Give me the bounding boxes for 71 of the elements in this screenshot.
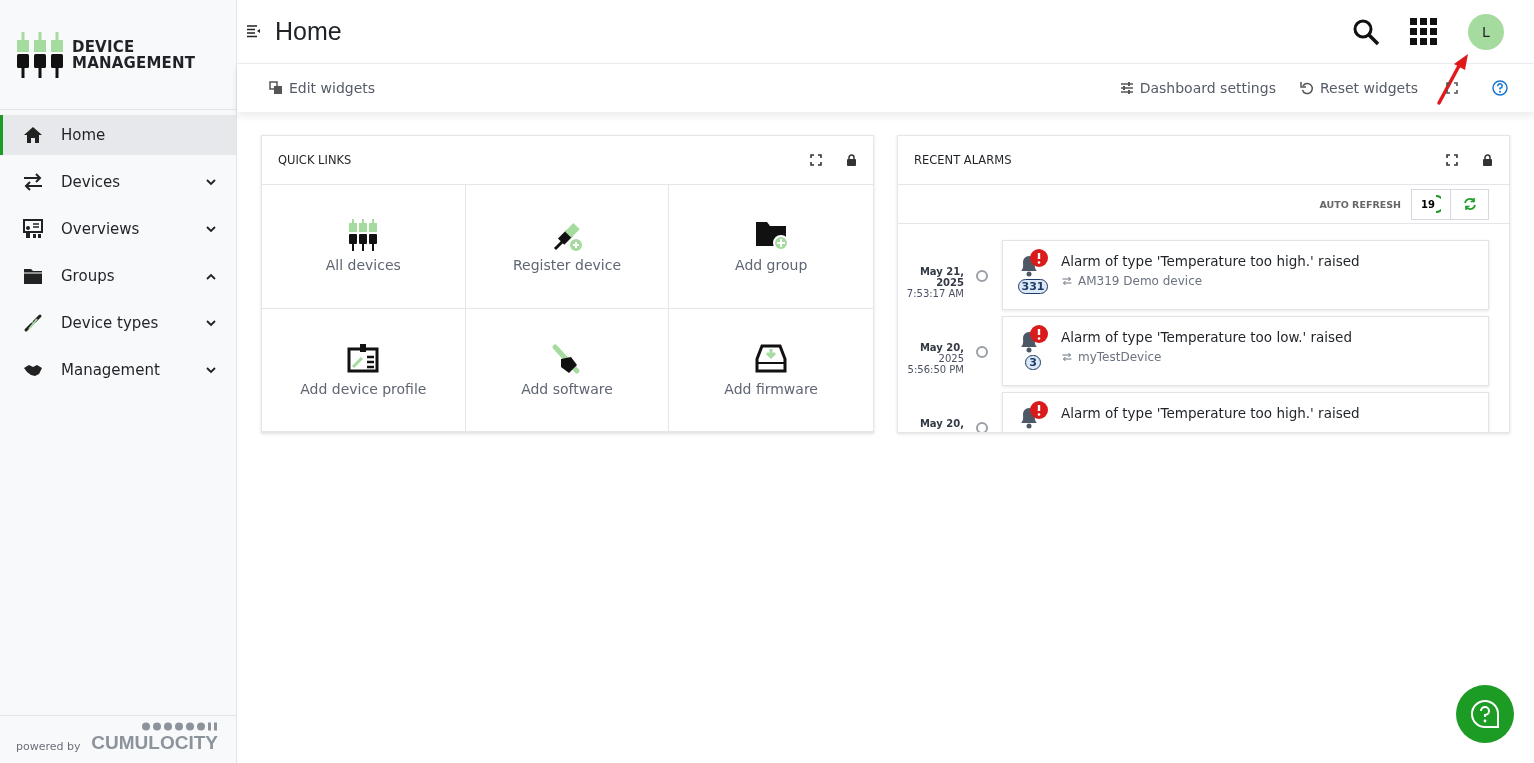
app-grid-icon[interactable]	[1410, 17, 1438, 46]
arc-icon	[1434, 195, 1441, 213]
page-title: Home	[275, 17, 343, 46]
powered-by-text: powered by	[16, 740, 81, 753]
sidebar-item[interactable]: Devices	[0, 162, 236, 202]
alarm-text: Alarm of type 'Temperature too high.' raised	[1061, 405, 1360, 421]
chevron-icon	[206, 319, 216, 327]
sidebar-item[interactable]: Device types	[0, 303, 236, 343]
user-avatar[interactable]: L	[1468, 13, 1504, 50]
alarm-card[interactable]: Alarm of type 'Temperature too high.' raised	[1002, 392, 1489, 432]
alarm-card[interactable]: 331 Alarm of type 'Temperature too high.' raised AM319 Demo device	[1002, 240, 1489, 310]
timeline-dot	[976, 346, 988, 358]
alarm-card[interactable]: 3 Alarm of type 'Temperature too low.' raised myTestDevice	[1002, 316, 1489, 386]
board-icon	[23, 219, 43, 239]
alarm-text: Alarm of type 'Temperature too low.' raised	[1061, 329, 1352, 345]
widgets-icon	[269, 81, 283, 95]
home-icon	[23, 125, 43, 145]
alarm-count: 331	[1017, 279, 1049, 294]
sliders-icon	[1119, 81, 1134, 95]
app-name: DEVICE MANAGEMENT	[72, 38, 196, 71]
sidebar-item[interactable]: Groups	[0, 256, 236, 296]
expand-icon[interactable]	[1446, 154, 1458, 166]
device-name[interactable]: myTestDevice	[1078, 350, 1162, 364]
toolbar-button[interactable]: Dashboard settings	[1119, 80, 1276, 96]
logo-icon	[16, 31, 64, 78]
brand-logo: CUMULOCITY	[91, 733, 218, 753]
devices-icon	[347, 219, 380, 252]
arrows-icon	[1061, 352, 1073, 362]
quick-link[interactable]: All devices	[262, 185, 466, 309]
sidebar-item[interactable]: Overviews	[0, 209, 236, 249]
toolbar-button[interactable]: Edit widgets	[269, 80, 376, 96]
quick-link[interactable]: Add software	[465, 308, 670, 432]
quick-link[interactable]: Add group	[669, 185, 873, 309]
device-name[interactable]: AM319 Demo device	[1078, 274, 1203, 288]
folderadd-icon	[755, 219, 788, 252]
sidebar-item[interactable]: Management	[0, 350, 236, 390]
lock-icon[interactable]	[846, 154, 857, 166]
menu-icon[interactable]	[247, 25, 261, 38]
alarm-time: May 21, 2025 7:53:17 AM	[905, 265, 964, 299]
expand-icon[interactable]	[810, 154, 822, 166]
widget-title: QUICK LINKS	[278, 153, 353, 167]
alarm-text: Alarm of type 'Temperature too high.' raised	[1061, 253, 1360, 269]
quick-link[interactable]: Add device profile	[262, 308, 466, 432]
arrows-icon	[23, 172, 43, 192]
timeline-dot	[976, 422, 988, 432]
reset-icon	[1299, 81, 1314, 95]
arrows-icon	[1061, 276, 1073, 286]
alarm-time: May 20, 2025 5:56:50 PM	[906, 341, 964, 375]
sidebar-item[interactable]: Home	[0, 115, 236, 155]
widget-title: RECENT ALARMS	[914, 153, 1013, 167]
chevron-icon	[206, 366, 216, 374]
dots-icon	[142, 722, 218, 731]
drive-icon	[755, 342, 788, 375]
fullscreen-icon[interactable]	[1446, 82, 1458, 94]
alarm-time: May 20,	[918, 417, 964, 429]
quick-link[interactable]: Add firmware	[669, 308, 873, 432]
chevron-icon	[206, 272, 216, 280]
timeline-dot	[976, 270, 988, 282]
toolbar-button[interactable]: Reset widgets	[1299, 80, 1418, 96]
refresh-icon	[1462, 197, 1477, 211]
help-icon[interactable]	[1492, 80, 1508, 96]
quick-link[interactable]: Register device	[465, 185, 670, 309]
alarm-count: 3	[1025, 355, 1041, 370]
chevron-icon	[206, 225, 216, 233]
help-icon	[1470, 699, 1500, 729]
auto-refresh-label: AUTO REFRESH	[1319, 198, 1401, 210]
lock-icon[interactable]	[1482, 154, 1493, 166]
folder-icon	[23, 266, 43, 286]
profile-icon	[347, 342, 380, 375]
search-icon[interactable]	[1352, 17, 1380, 46]
chevron-icon	[206, 178, 216, 186]
